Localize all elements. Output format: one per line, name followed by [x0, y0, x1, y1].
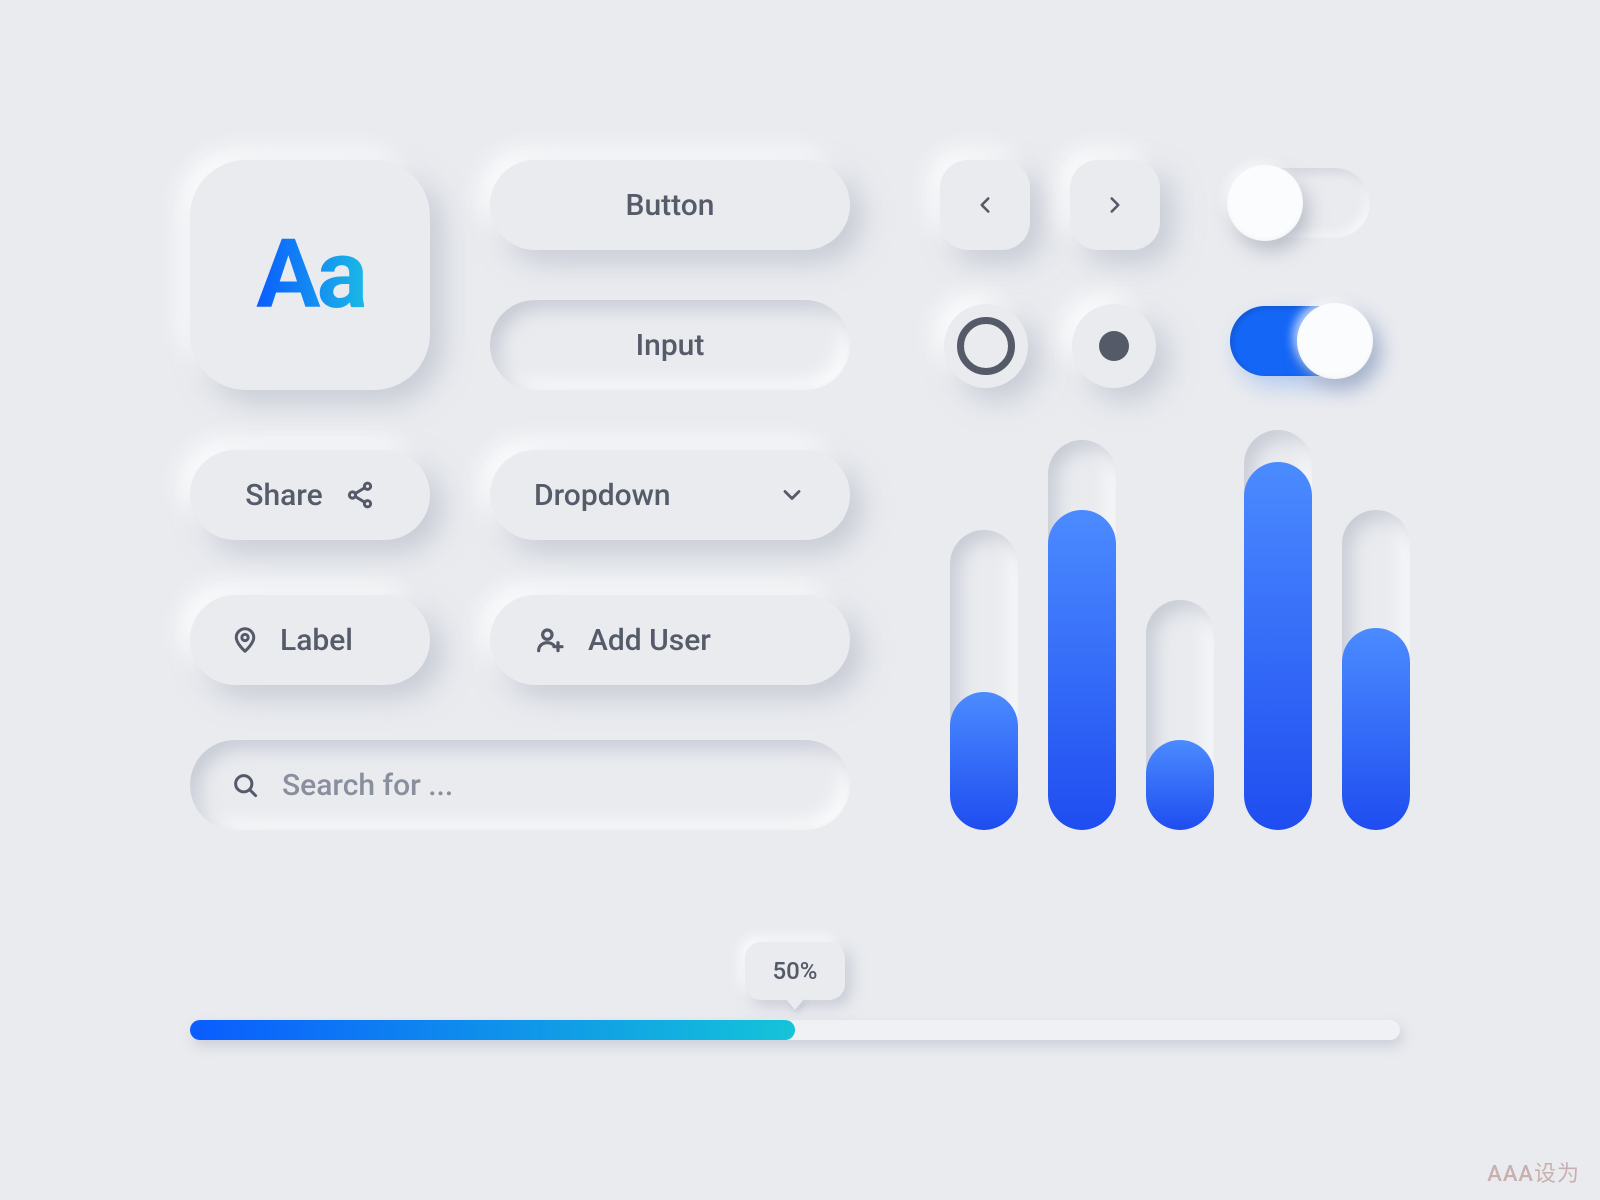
share-button[interactable]: Share: [190, 450, 430, 540]
input-field[interactable]: Input: [490, 300, 850, 390]
bar-well: [1146, 600, 1214, 830]
bar-fill: [1048, 510, 1116, 830]
next-button[interactable]: [1070, 160, 1160, 250]
location-pin-icon: [230, 625, 260, 655]
radio-unchecked[interactable]: [944, 304, 1028, 388]
toggle-knob: [1227, 165, 1303, 241]
input-placeholder: Input: [636, 328, 705, 363]
bar-well: [950, 530, 1018, 830]
bar-fill: [950, 692, 1018, 830]
add-user-icon: [534, 624, 566, 656]
dropdown[interactable]: Dropdown: [490, 450, 850, 540]
watermark: AAA设为: [1487, 1156, 1580, 1188]
bar-well: [1048, 440, 1116, 830]
radio-checked[interactable]: [1072, 304, 1156, 388]
bar-chart: [950, 430, 1420, 830]
add-user-label: Add User: [588, 623, 711, 658]
toggle-off[interactable]: [1230, 168, 1370, 238]
search-icon: [230, 770, 260, 800]
bar-well: [1342, 510, 1410, 830]
share-icon: [345, 480, 375, 510]
add-user-button[interactable]: Add User: [490, 595, 850, 685]
prev-button[interactable]: [940, 160, 1030, 250]
slider-value: 50%: [773, 957, 818, 985]
bar-fill: [1244, 462, 1312, 830]
toggle-knob: [1297, 303, 1373, 379]
dropdown-label: Dropdown: [534, 478, 671, 513]
slider-tooltip: 50%: [745, 942, 845, 1000]
chevron-left-icon: [972, 192, 998, 218]
search-input[interactable]: Search for ...: [190, 740, 850, 830]
slider-fill: [190, 1020, 795, 1040]
typography-tile-text: Aa: [256, 219, 364, 331]
bar-well: [1244, 430, 1312, 830]
share-label: Share: [245, 478, 322, 513]
typography-tile: Aa: [190, 160, 430, 390]
chevron-right-icon: [1102, 192, 1128, 218]
button[interactable]: Button: [490, 160, 850, 250]
label-text: Label: [280, 623, 353, 658]
bar-fill: [1342, 628, 1410, 830]
search-placeholder: Search for ...: [282, 768, 453, 803]
button-label: Button: [626, 188, 715, 223]
bar-fill: [1146, 740, 1214, 830]
toggle-on[interactable]: [1230, 306, 1370, 376]
chevron-down-icon: [778, 481, 806, 509]
label-button[interactable]: Label: [190, 595, 430, 685]
